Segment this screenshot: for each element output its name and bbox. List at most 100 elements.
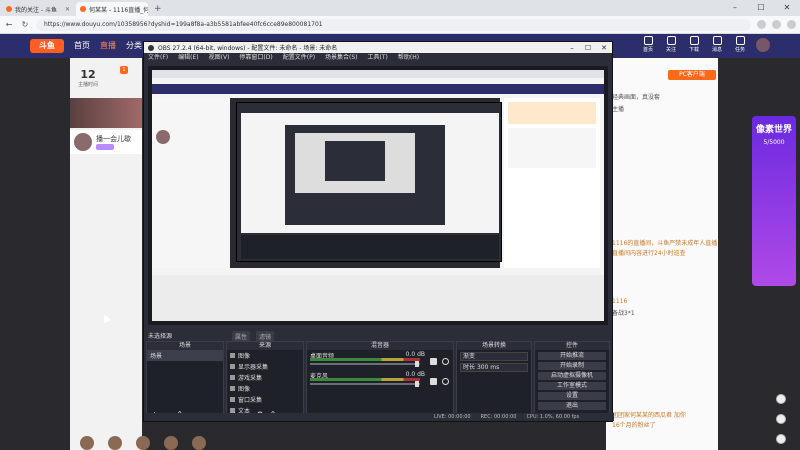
url-field[interactable]: https://www.douyu.com/10358956?dyshid=19…: [36, 18, 751, 31]
volume-slider[interactable]: [310, 383, 420, 385]
pc-client-button[interactable]: PC客户端: [668, 70, 716, 80]
scene-item[interactable]: 场景: [147, 350, 223, 361]
preview-capture: [152, 70, 604, 321]
virtual-camera-button[interactable]: 启动虚拟摄像机: [538, 372, 606, 380]
tab-label: 我的关注 - 斗鱼: [15, 6, 57, 14]
profile-icon[interactable]: [787, 20, 796, 29]
douyu-menu: 首页 直播 分类: [74, 34, 142, 58]
no-source-label: 未选择源: [148, 333, 173, 340]
rec-time: REC: 00:00:00: [480, 414, 517, 420]
douyu-favicon-icon: [6, 6, 12, 12]
right-column: PC客户端 经典画面，真没套 主播 1116的直播间，斗鱼严禁未成年人直播 直播…: [606, 58, 718, 450]
refresh-icon[interactable]: ↻: [20, 20, 30, 29]
gift-message: 团团家何某某的西瓜君 加你: [612, 412, 686, 419]
scenes-dock: 场景 场景 + − ⌃ ⌄: [146, 341, 224, 421]
start-streaming-button[interactable]: 开始推流: [538, 352, 606, 360]
follow-count: 12 主播时间: [78, 68, 99, 88]
settings-button[interactable]: 设置: [538, 392, 606, 400]
source-item[interactable]: 窗口采集: [227, 394, 303, 405]
gift-icon[interactable]: [192, 436, 206, 450]
obs-maximize-icon[interactable]: ☐: [580, 44, 596, 52]
hero-banner[interactable]: [70, 98, 142, 128]
chat-icon[interactable]: [776, 434, 786, 444]
studio-mode-button[interactable]: 工作室模式: [538, 382, 606, 390]
room-title: 经典画面，真没套: [612, 94, 661, 101]
volume-slider[interactable]: [310, 363, 420, 365]
notice-text: 1116的直播间，斗鱼严禁未成年人直播: [612, 240, 718, 247]
address-bar: ← ↻ https://www.douyu.com/10358956?dyshi…: [0, 16, 800, 34]
menu-tools[interactable]: 工具(T): [368, 53, 388, 63]
obs-statusbar: LIVE: 00:00:00 REC: 00:00:00 CPU: 1.0%, …: [144, 413, 614, 421]
extension-icon[interactable]: [757, 20, 766, 29]
fan-message: 16个月的粉丝了: [612, 422, 656, 429]
transition-select[interactable]: 渐变: [460, 352, 528, 361]
settings-icon[interactable]: [776, 394, 786, 404]
gear-icon[interactable]: [442, 358, 449, 365]
sources-header: 来源: [227, 342, 303, 350]
cpu-fps: CPU: 1.0%, 60.00 fps: [526, 414, 580, 420]
browser-tab-1[interactable]: 我的关注 - 斗鱼 ✕: [2, 2, 74, 16]
tab-label: 何某某 - 1116直播_何某某 - 1116: [89, 6, 148, 14]
transitions-dock: 场景转换 渐变 时长 300 ms: [456, 341, 532, 421]
task-nav-icon[interactable]: 任务: [733, 36, 747, 53]
start-recording-button[interactable]: 开始录制: [538, 362, 606, 370]
streamer-row[interactable]: 播一会儿歇: [70, 130, 142, 154]
menu-live[interactable]: 直播: [100, 34, 116, 58]
mixer-channel-desktop: 桌面音频 0.0 dB: [307, 350, 453, 370]
douyu-logo[interactable]: 斗鱼: [30, 39, 64, 53]
speaker-icon[interactable]: [430, 378, 437, 385]
mixer-channel-mic: 麦克风 0.0 dB: [307, 370, 453, 390]
obs-preview[interactable]: [148, 66, 608, 325]
menu-scene-collection[interactable]: 场景集合(S): [325, 53, 358, 63]
menu-docks[interactable]: 停靠窗口(D): [239, 53, 272, 63]
douyu-favicon-icon: [80, 6, 86, 12]
gift-icon[interactable]: [164, 436, 178, 450]
speaker-icon[interactable]: [430, 358, 437, 365]
side-ad-banner[interactable]: 像素世界 5/5000: [752, 116, 796, 286]
menu-category[interactable]: 分类: [126, 34, 142, 58]
menu-view[interactable]: 视图(V): [209, 53, 230, 63]
target-icon[interactable]: [776, 414, 786, 424]
menu-help[interactable]: 帮助(H): [398, 53, 419, 63]
streamer-avatar: [74, 133, 92, 151]
obs-menubar: 文件(F) 编辑(E) 视图(V) 停靠窗口(D) 配置文件(P) 场景集合(S…: [144, 53, 612, 63]
menu-edit[interactable]: 编辑(E): [178, 53, 198, 63]
obs-minimize-icon[interactable]: –: [564, 44, 580, 52]
download-nav-icon[interactable]: 下载: [687, 36, 701, 53]
gear-icon[interactable]: [442, 378, 449, 385]
source-item[interactable]: 显示器采集: [227, 361, 303, 372]
follow-nav-icon[interactable]: 关注: [664, 36, 678, 53]
gift-icon[interactable]: [108, 436, 122, 450]
close-tab-icon[interactable]: ✕: [65, 6, 70, 13]
menu-file[interactable]: 文件(F): [148, 53, 168, 63]
close-icon[interactable]: ✕: [774, 0, 800, 16]
new-tab-icon[interactable]: +: [150, 2, 166, 16]
back-icon[interactable]: ←: [4, 20, 14, 29]
message-nav-icon[interactable]: 消息: [710, 36, 724, 53]
favorites-icon[interactable]: [772, 20, 781, 29]
exit-button[interactable]: 退出: [538, 402, 606, 410]
volume-knob[interactable]: [415, 361, 419, 367]
obs-close-icon[interactable]: ✕: [596, 44, 612, 52]
audio-meter: [310, 378, 420, 381]
obs-logo-icon: [148, 44, 154, 51]
maximize-icon[interactable]: ☐: [748, 0, 774, 16]
menu-profile[interactable]: 配置文件(P): [283, 53, 315, 63]
streamer-name: 播一会儿歇: [96, 135, 131, 143]
gift-icon[interactable]: [136, 436, 150, 450]
obs-window: OBS 27.2.4 (64-bit, windows) - 配置文件: 未命名…: [143, 41, 614, 422]
minimize-icon[interactable]: –: [722, 0, 748, 16]
menu-home[interactable]: 首页: [74, 34, 90, 58]
home-nav-icon[interactable]: 首页: [641, 36, 655, 53]
anchor-label: 主播: [612, 106, 625, 113]
source-item[interactable]: 游戏采集: [227, 372, 303, 383]
notice-text-2: 直播间内容进行24小时巡查: [612, 250, 686, 257]
browser-tab-2[interactable]: 何某某 - 1116直播_何某某 - 1116 ✕: [76, 2, 148, 16]
source-item[interactable]: 图像: [227, 350, 303, 361]
controls-header: 控件: [535, 342, 609, 350]
volume-knob[interactable]: [415, 381, 419, 387]
gift-icon[interactable]: [80, 436, 94, 450]
source-item[interactable]: 图像: [227, 383, 303, 394]
duration-field[interactable]: 时长 300 ms: [460, 363, 528, 372]
user-avatar[interactable]: [756, 38, 770, 52]
